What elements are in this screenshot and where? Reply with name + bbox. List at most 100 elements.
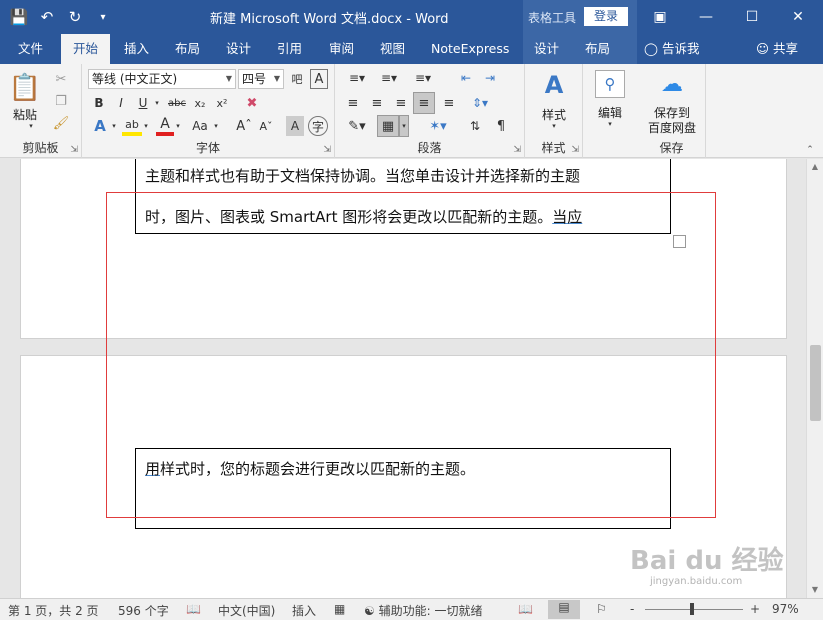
text-effects-icon[interactable]: A: [90, 116, 110, 136]
editing-button-label[interactable]: 编辑: [585, 104, 635, 121]
word-count[interactable]: 596 个字: [118, 602, 169, 619]
vertical-scrollbar[interactable]: ▲ ▼: [806, 159, 823, 598]
baidu-netdisk-label[interactable]: 百度网盘: [638, 119, 706, 136]
styles-icon[interactable]: A: [539, 70, 569, 100]
tab-noteexpress[interactable]: NoteExpress: [419, 34, 521, 64]
underline-icon[interactable]: U: [134, 94, 152, 112]
tell-me[interactable]: ◯ 告诉我: [632, 34, 712, 64]
highlight-dropdown-icon[interactable]: ▾: [142, 116, 150, 136]
zoom-out-button[interactable]: -: [630, 602, 634, 616]
language[interactable]: 中文(中国): [218, 602, 275, 619]
clipboard-launcher-icon[interactable]: ⇲: [70, 145, 78, 155]
customize-icon[interactable]: ▾: [90, 4, 116, 30]
collapse-ribbon-icon[interactable]: ⌃: [802, 144, 818, 156]
tab-design[interactable]: 设计: [214, 34, 263, 64]
paste-icon[interactable]: 📋: [9, 70, 41, 106]
tab-view[interactable]: 视图: [368, 34, 417, 64]
bullets-icon[interactable]: ≡▾: [343, 69, 371, 87]
tab-review[interactable]: 审阅: [317, 34, 366, 64]
tab-references[interactable]: 引用: [265, 34, 314, 64]
grow-font-icon[interactable]: Aˆ: [234, 116, 254, 136]
numbering-icon[interactable]: ≡▾: [375, 69, 403, 87]
align-left-icon[interactable]: ≡: [343, 93, 363, 113]
underline-dropdown-icon[interactable]: ▾: [152, 94, 162, 112]
copy-icon[interactable]: ❐: [50, 92, 72, 110]
scroll-up-icon[interactable]: ▲: [807, 159, 823, 175]
styles-dropdown-icon[interactable]: ▾: [549, 122, 559, 130]
sort-icon[interactable]: ⇅: [465, 116, 485, 136]
align-center-icon[interactable]: ≡: [367, 93, 387, 113]
text-box-2[interactable]: 用样式时，您的标题会进行更改以匹配新的主题。: [135, 448, 671, 529]
zoom-level[interactable]: 97%: [772, 602, 799, 616]
tab-insert[interactable]: 插入: [112, 34, 161, 64]
font-size-select[interactable]: 四号 ▼: [238, 69, 284, 89]
read-mode-icon[interactable]: 📖: [518, 602, 533, 616]
tab-layout[interactable]: 布局: [163, 34, 212, 64]
save-icon[interactable]: 💾: [6, 4, 32, 30]
scroll-thumb[interactable]: [810, 345, 821, 421]
font-color-dropdown-icon[interactable]: ▾: [174, 116, 182, 136]
styles-button-label[interactable]: 样式: [529, 106, 579, 123]
minimize-icon[interactable]: —: [683, 0, 729, 34]
phonetic-guide-icon[interactable]: 吧: [288, 69, 306, 89]
undo-icon[interactable]: ↶: [34, 4, 60, 30]
tab-table-layout[interactable]: 布局: [573, 34, 622, 64]
insert-mode[interactable]: 插入: [292, 602, 316, 619]
zoom-slider-thumb[interactable]: [690, 603, 694, 615]
accessibility-status[interactable]: ☯ 辅助功能: 一切就绪: [364, 602, 482, 619]
shrink-font-icon[interactable]: Aˇ: [256, 116, 276, 136]
tab-home[interactable]: 开始: [61, 34, 111, 64]
macro-icon[interactable]: ▦: [334, 602, 345, 616]
strikethrough-icon[interactable]: abc: [166, 94, 188, 112]
highlight-icon[interactable]: ab: [122, 116, 142, 136]
chinese-layout-icon[interactable]: ✶▾: [423, 116, 453, 136]
proofing-icon[interactable]: 📖: [186, 602, 201, 616]
show-marks-icon[interactable]: ¶: [491, 116, 511, 136]
justify-icon[interactable]: ≡: [413, 92, 435, 114]
superscript-icon[interactable]: x²: [212, 94, 232, 112]
paragraph-launcher-icon[interactable]: ⇲: [513, 145, 521, 155]
tab-file[interactable]: 文件: [6, 34, 55, 64]
resize-handle[interactable]: [673, 235, 686, 248]
font-name-select[interactable]: 等线 (中文正文) ▼: [88, 69, 236, 89]
styles-launcher-icon[interactable]: ⇲: [571, 145, 579, 155]
maximize-icon[interactable]: ☐: [729, 0, 775, 34]
paste-label[interactable]: 粘贴: [8, 106, 42, 123]
editing-dropdown-icon[interactable]: ▾: [605, 120, 615, 128]
find-icon[interactable]: ⚲: [595, 70, 625, 98]
tab-table-design[interactable]: 设计: [522, 34, 571, 64]
paste-dropdown-icon[interactable]: ▾: [26, 122, 36, 130]
text-effects-dropdown-icon[interactable]: ▾: [110, 116, 118, 136]
share-button[interactable]: ☺ 共享: [744, 34, 810, 64]
cut-icon[interactable]: ✂: [50, 70, 72, 88]
web-layout-icon[interactable]: ⚐: [596, 602, 607, 616]
login-button[interactable]: 登录: [584, 7, 628, 26]
close-icon[interactable]: ✕: [775, 0, 821, 34]
page-count[interactable]: 第 1 页，共 2 页: [8, 602, 99, 619]
shading-icon[interactable]: ✎▾: [343, 116, 371, 136]
italic-icon[interactable]: I: [112, 94, 130, 112]
increase-indent-icon[interactable]: ⇥: [479, 69, 501, 87]
multilevel-list-icon[interactable]: ≡▾: [407, 69, 439, 87]
subscript-icon[interactable]: x₂: [190, 94, 210, 112]
decrease-indent-icon[interactable]: ⇤: [455, 69, 477, 87]
character-border-icon[interactable]: A: [310, 69, 328, 89]
borders-dropdown-icon[interactable]: ▾: [399, 115, 409, 137]
align-right-icon[interactable]: ≡: [391, 93, 411, 113]
line-spacing-icon[interactable]: ⇕▾: [465, 93, 495, 113]
font-color-icon[interactable]: A: [156, 116, 174, 136]
change-case-icon[interactable]: Aa: [188, 116, 212, 136]
baidu-cloud-icon[interactable]: ☁: [656, 70, 688, 98]
zoom-in-button[interactable]: +: [750, 602, 760, 616]
ribbon-display-icon[interactable]: ▣: [637, 0, 683, 34]
print-layout-icon[interactable]: ▤: [548, 600, 580, 619]
distributed-icon[interactable]: ≡: [439, 93, 459, 113]
bold-icon[interactable]: B: [90, 94, 108, 112]
zoom-slider[interactable]: [645, 609, 743, 610]
change-case-dropdown-icon[interactable]: ▾: [212, 116, 220, 136]
borders-icon[interactable]: ▦: [377, 115, 399, 137]
font-launcher-icon[interactable]: ⇲: [323, 145, 331, 155]
text-box-1[interactable]: 主题和样式也有助于文档保持协调。当您单击设计并选择新的主题 时，图片、图表或 S…: [135, 159, 671, 234]
enclose-characters-icon[interactable]: 字: [308, 116, 328, 136]
format-painter-icon[interactable]: 🖌: [50, 114, 72, 132]
